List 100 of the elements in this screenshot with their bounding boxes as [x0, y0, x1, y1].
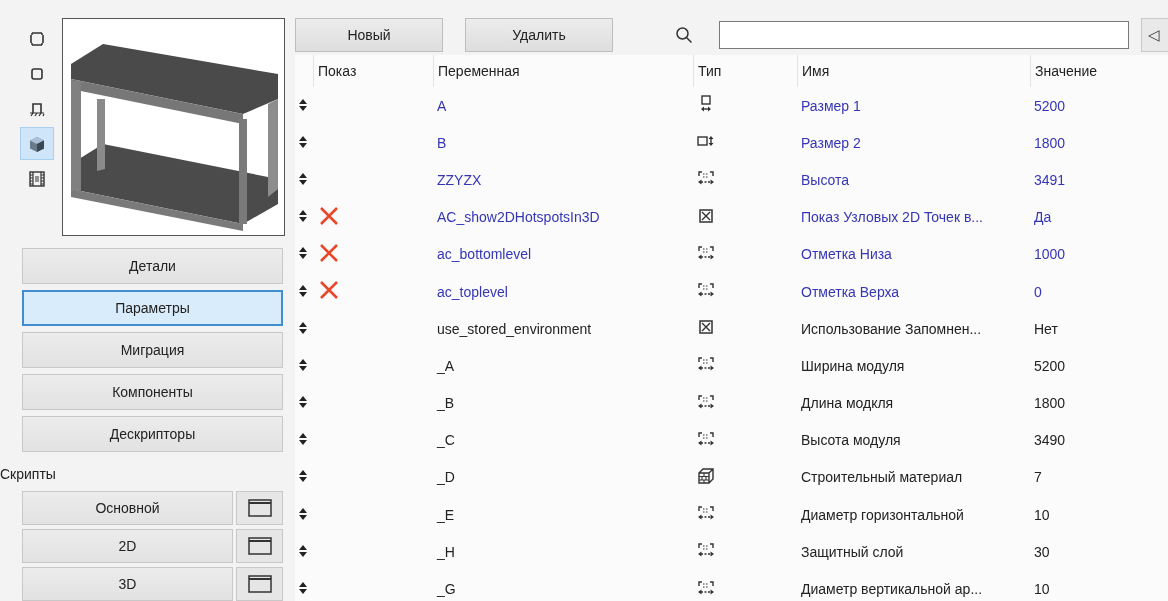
length-icon — [697, 243, 715, 262]
cube-icon — [28, 134, 46, 153]
collapse-button[interactable]: ◁ — [1141, 18, 1168, 52]
name-cell-text: Диаметр вертикальной ар... — [800, 581, 984, 598]
variable-cell-text: _C — [435, 432, 456, 449]
name-cell-text: Отметка Низа — [800, 246, 893, 263]
value-cell-text: 0 — [1033, 283, 1043, 300]
value-cell-text: Да — [1033, 209, 1053, 226]
film-icon — [28, 169, 46, 188]
script-button[interactable]: 3D — [22, 567, 233, 601]
reorder-handle-icon[interactable] — [299, 544, 307, 557]
name-cell-text: Строительный материал — [800, 469, 964, 486]
frame-icon — [28, 29, 46, 48]
cross-icon[interactable] — [319, 280, 339, 301]
name-cell-text: Высота — [800, 171, 851, 188]
reorder-handle-icon[interactable] — [299, 358, 307, 371]
reorder-handle-icon[interactable] — [299, 284, 307, 297]
length-icon — [697, 169, 715, 188]
section-button[interactable]: Компоненты — [22, 374, 283, 410]
name-cell-text: Размер 2 — [800, 134, 862, 151]
variable-cell-text: AC_show2DHotspotsIn3D — [436, 209, 601, 226]
column-header[interactable]: Переменная — [433, 55, 693, 87]
reorder-handle-icon[interactable] — [299, 433, 307, 446]
reorder-handle-icon[interactable] — [299, 470, 307, 483]
section-button[interactable]: Детали — [22, 248, 283, 284]
value-cell-text: 1800 — [1033, 134, 1067, 151]
name-cell-text: Ширина модуля — [800, 357, 906, 374]
name-cell-text: Отметка Верха — [800, 283, 901, 300]
toolbar-button[interactable]: Новый — [295, 18, 443, 52]
variable-cell-text: _G — [435, 581, 457, 598]
value-cell-text: 3491 — [1033, 171, 1067, 188]
value-cell-text: 10 — [1033, 506, 1051, 523]
toolbar-button[interactable]: Удалить — [465, 18, 613, 52]
variable-cell-text: _H — [435, 543, 456, 560]
window-icon — [247, 537, 272, 555]
name-cell-text: Использование Запомнен... — [800, 320, 983, 337]
window-button[interactable] — [236, 491, 283, 525]
cross-icon[interactable] — [319, 242, 339, 263]
name-cell-text: Длина модкля — [800, 395, 895, 412]
window-icon — [247, 499, 272, 517]
name-cell-text: Высота модуля — [800, 432, 902, 449]
reorder-handle-icon[interactable] — [299, 247, 307, 260]
variable-cell-text: ZZYZX — [436, 171, 483, 188]
variable-cell-text: _D — [435, 469, 456, 486]
reorder-handle-icon[interactable] — [299, 582, 307, 595]
column-header[interactable]: Тип — [693, 55, 797, 87]
length-icon — [697, 281, 715, 300]
section-button[interactable]: Параметры — [22, 290, 283, 326]
search-icon — [675, 26, 693, 44]
length-icon — [697, 355, 715, 374]
length-icon — [697, 578, 715, 597]
window-icon — [247, 575, 272, 593]
reorder-handle-icon[interactable] — [299, 172, 307, 185]
section-label: Скрипты — [0, 465, 57, 483]
length-icon — [697, 504, 715, 523]
reorder-handle-icon[interactable] — [299, 321, 307, 334]
length-icon — [697, 429, 715, 448]
cross-icon[interactable] — [319, 205, 339, 226]
section-button[interactable]: Дескрипторы — [22, 416, 283, 452]
variable-cell-text: B — [436, 134, 448, 151]
view-button[interactable] — [20, 127, 54, 160]
window-button[interactable] — [236, 529, 283, 563]
value-cell-text: 7 — [1033, 469, 1043, 486]
variable-cell-text: ac_bottomlevel — [436, 246, 533, 263]
variable-cell-text: _E — [435, 506, 456, 523]
variable-cell-text: use_stored_environment — [436, 320, 593, 337]
value-cell-text: 1800 — [1033, 395, 1067, 412]
value-cell-text: 5200 — [1033, 97, 1067, 114]
window-button[interactable] — [236, 567, 283, 601]
name-cell-text: Диаметр горизонтальной — [800, 506, 965, 523]
checkbox-icon — [697, 206, 715, 225]
value-cell-text: 30 — [1033, 543, 1051, 560]
length-icon — [697, 541, 715, 560]
variable-cell-text: ac_toplevel — [436, 283, 509, 300]
length-icon — [697, 392, 715, 411]
name-cell-text: Размер 1 — [800, 97, 862, 114]
checkbox-icon — [697, 318, 715, 337]
script-button[interactable]: 2D — [22, 529, 233, 563]
search-field[interactable] — [719, 21, 1129, 49]
column-header[interactable]: Значение — [1030, 55, 1168, 87]
value-cell-text: 3490 — [1033, 432, 1067, 449]
reorder-handle-icon[interactable] — [299, 396, 307, 409]
value-cell-text: 10 — [1033, 581, 1051, 598]
column-header[interactable]: Показ — [313, 55, 433, 87]
brick-cube-icon — [697, 466, 715, 485]
reorder-handle-icon[interactable] — [299, 98, 307, 111]
column-header[interactable]: Имя — [797, 55, 1030, 87]
variable-cell-text: _B — [435, 395, 456, 412]
name-cell-text: Защитный слой — [800, 543, 905, 560]
section-button[interactable]: Миграция — [22, 332, 283, 368]
reorder-handle-icon[interactable] — [299, 507, 307, 520]
value-cell-text: 1000 — [1033, 246, 1067, 263]
reorder-handle-icon[interactable] — [299, 210, 307, 223]
reorder-handle-icon[interactable] — [299, 135, 307, 148]
name-cell-text: Показ Узловых 2D Точек в... — [800, 209, 984, 226]
variable-cell-text: A — [436, 97, 448, 114]
variable-cell-text: _A — [435, 357, 456, 374]
value-cell-text: Нет — [1033, 320, 1059, 337]
script-button[interactable]: Основной — [22, 491, 233, 525]
value-cell-text: 5200 — [1033, 357, 1067, 374]
